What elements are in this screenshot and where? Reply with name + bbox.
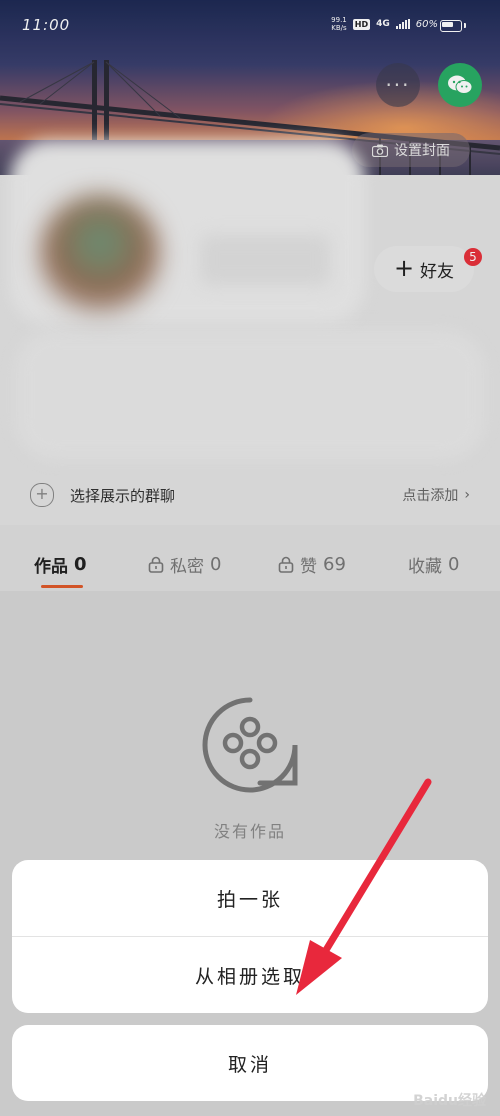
status-bar: 11:00 99.1 KB/s HD 4G 60% [0, 0, 500, 52]
add-friend-label: 好友 [420, 261, 455, 282]
add-friend-button[interactable]: + 好友 [374, 246, 474, 292]
status-icons: 99.1 KB/s HD 4G 60% [331, 16, 438, 32]
network-type: 4G [376, 19, 390, 29]
avatar[interactable] [40, 195, 160, 315]
status-time: 11:00 [22, 16, 71, 34]
profile-blur-region-lower [15, 330, 485, 460]
wechat-button[interactable] [438, 63, 482, 107]
wechat-icon [448, 75, 473, 94]
tab-likes-count: 69 [323, 554, 346, 575]
take-photo-option[interactable]: 拍一张 [12, 860, 488, 936]
set-cover-label: 设置封面 [394, 143, 450, 159]
network-speed: 99.1 KB/s [331, 16, 347, 32]
empty-state-text: 没有作品 [213, 822, 286, 841]
tab-private-count: 0 [210, 554, 222, 575]
watermark-logo: Baidu经验 [413, 1093, 486, 1109]
add-circle-icon: + [30, 483, 54, 507]
chevron-right-icon: › [464, 487, 470, 503]
lock-icon [148, 556, 164, 573]
battery-percent: 60% [415, 18, 438, 30]
more-icon: ··· [385, 73, 411, 97]
tab-favorites[interactable]: 收藏 0 [408, 552, 459, 577]
set-cover-button[interactable]: 设置封面 [352, 133, 470, 167]
tab-likes[interactable]: 赞 69 [278, 552, 346, 577]
signal-icon [395, 19, 410, 29]
group-chat-action[interactable]: 点击添加 › [402, 485, 470, 505]
lock-icon [278, 556, 294, 573]
friend-request-badge: 5 [464, 248, 482, 266]
network-speed-unit: KB/s [331, 24, 347, 32]
tab-private-label: 私密 [170, 557, 204, 577]
more-button[interactable]: ··· [376, 63, 420, 107]
camera-icon [372, 144, 388, 157]
group-chat-label: 选择展示的群聊 [70, 486, 176, 505]
tab-works-label: 作品 [34, 557, 68, 577]
active-tab-indicator [41, 585, 83, 588]
tab-works-count: 0 [74, 554, 87, 575]
battery-icon [440, 20, 462, 32]
tab-favorites-label: 收藏 [408, 557, 442, 577]
photo-action-sheet: 拍一张 从相册选取 [12, 860, 488, 1013]
plus-icon: + [393, 254, 415, 282]
tab-favorites-count: 0 [448, 554, 460, 575]
group-chat-action-label: 点击添加 [402, 488, 459, 504]
tab-likes-label: 赞 [300, 557, 317, 577]
hd-icon: HD [352, 18, 371, 30]
network-speed-value: 99.1 [331, 16, 347, 24]
group-chat-row[interactable]: + 选择展示的群聊 点击添加 › [30, 480, 470, 510]
tab-private[interactable]: 私密 0 [148, 552, 221, 577]
choose-from-album-option[interactable]: 从相册选取 [12, 937, 488, 1013]
profile-name-blur [200, 235, 330, 285]
battery-tip [464, 23, 466, 28]
film-reel-icon [202, 697, 298, 793]
tab-works[interactable]: 作品 0 [34, 552, 87, 577]
